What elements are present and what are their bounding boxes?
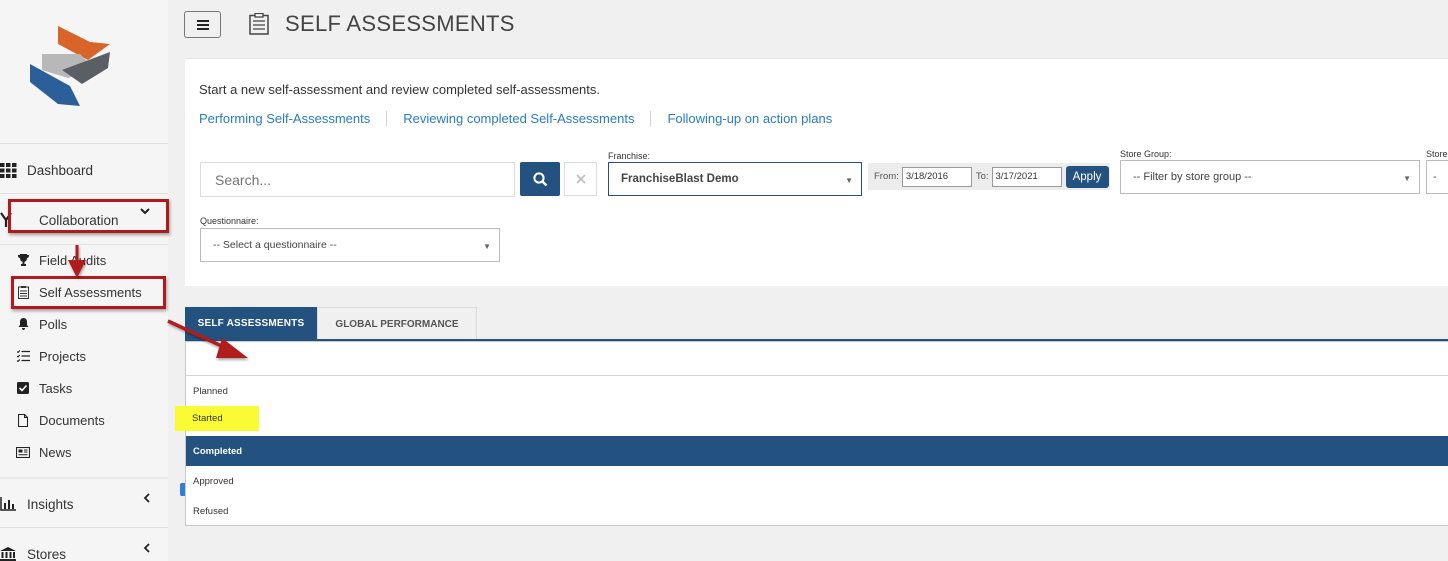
sidebar-item-documents[interactable]: Documents: [16, 410, 105, 430]
tab-self-assessments[interactable]: SELF ASSESSMENTS: [185, 307, 317, 340]
franchise-value: FranchiseBlast Demo: [621, 173, 739, 185]
clear-search-button[interactable]: [564, 162, 597, 196]
annotation-box-self-assessments: [11, 276, 166, 309]
sidebar-divider: [0, 143, 168, 144]
scroll-indicator: [180, 483, 185, 496]
sidebar-divider: [0, 527, 168, 528]
status-option-refused[interactable]: Refused: [186, 496, 1448, 526]
sidebar-item-label: Field Audits: [39, 252, 107, 268]
status-dropdown-list: Planned Completed Approved Refused: [185, 341, 1448, 526]
annotation-box-collaboration: [8, 199, 169, 233]
sidebar-item-projects[interactable]: Projects: [16, 346, 86, 366]
caret-down-icon: ▼: [483, 242, 491, 251]
sidebar-item-insights[interactable]: Insights: [0, 480, 168, 528]
caret-down-icon: ▼: [845, 176, 853, 185]
apply-button[interactable]: Apply: [1065, 165, 1109, 188]
questionnaire-label: Questionnaire:: [200, 216, 259, 226]
tab-global-performance[interactable]: GLOBAL PERFORMANCE: [317, 307, 477, 340]
list-check-icon: [16, 349, 30, 363]
sidebar-item-polls[interactable]: Polls: [16, 314, 67, 334]
store-group-label: Store Group:: [1120, 149, 1172, 159]
search-icon: [532, 171, 547, 186]
status-option-started-label: Started: [192, 413, 223, 424]
sidebar-item-label: Dashboard: [27, 162, 94, 178]
sidebar-item-label: News: [39, 444, 72, 460]
sidebar-item-label: Projects: [39, 348, 86, 364]
clipboard-icon: [249, 13, 269, 35]
caret-down-icon: ▼: [1403, 174, 1411, 183]
from-label: From:: [874, 171, 899, 182]
store-group-select[interactable]: -- Filter by store group -- ▼: [1120, 160, 1420, 194]
close-icon: [575, 174, 586, 184]
page-title: SELF ASSESSMENTS: [285, 11, 515, 36]
franchiseblast-logo: [30, 26, 110, 106]
to-date-input[interactable]: 3/17/2021: [991, 166, 1062, 187]
status-option-approved[interactable]: Approved: [186, 466, 1448, 496]
sidebar-item-label: Stores: [27, 546, 67, 561]
search-button[interactable]: [520, 162, 560, 196]
questionnaire-value: -- Select a questionnaire --: [213, 239, 337, 251]
from-date-input[interactable]: 3/18/2016: [901, 166, 972, 187]
file-icon: [16, 413, 30, 427]
top-header: SELF ASSESSMENTS: [168, 0, 1448, 58]
help-links: Performing Self-Assessments Reviewing co…: [199, 111, 864, 127]
sidebar-item-label: Documents: [39, 412, 105, 428]
newspaper-icon: [16, 445, 30, 459]
checkbox-icon: [16, 381, 30, 395]
intro-text: Start a new self-assessment and review c…: [199, 82, 601, 97]
store-label: Store: [1426, 149, 1448, 159]
hamburger-icon: [196, 19, 209, 30]
status-option-planned[interactable]: Planned: [186, 376, 1448, 406]
filter-panel: Start a new self-assessment and review c…: [185, 58, 1448, 286]
sidebar-item-stores[interactable]: Stores: [0, 530, 168, 561]
hamburger-menu-button[interactable]: [184, 11, 221, 38]
sidebar-item-field-audits[interactable]: Field Audits: [16, 250, 106, 270]
status-option-completed[interactable]: Completed: [186, 436, 1448, 466]
sidebar-divider: [0, 244, 168, 245]
status-option-started[interactable]: [186, 406, 1448, 436]
bell-icon: [16, 317, 30, 331]
sidebar-item-news[interactable]: News: [16, 442, 72, 462]
sidebar-item-dashboard[interactable]: Dashboard: [0, 146, 168, 194]
link-following-up-action-plans[interactable]: Following-up on action plans: [667, 111, 848, 127]
date-range: From: 3/18/2016 To: 3/17/2021 Apply: [868, 163, 1110, 190]
chevron-left-icon: [143, 492, 150, 506]
trophy-icon: [16, 253, 30, 267]
link-reviewing-self-assessments[interactable]: Reviewing completed Self-Assessments: [403, 111, 652, 127]
questionnaire-select[interactable]: -- Select a questionnaire -- ▼: [200, 228, 500, 262]
sidebar: Dashboard Collaboration Field Audits Sel…: [0, 0, 169, 561]
to-label: To:: [975, 171, 989, 182]
sidebar-item-tasks[interactable]: Tasks: [16, 378, 72, 398]
store-select[interactable]: -: [1426, 160, 1448, 194]
search-input[interactable]: [200, 162, 515, 197]
sidebar-item-label: Insights: [27, 496, 74, 512]
sidebar-item-label: Tasks: [39, 380, 73, 396]
franchise-select[interactable]: FranchiseBlast Demo ▼: [608, 162, 862, 196]
sidebar-divider: [0, 477, 168, 479]
status-filter-input[interactable]: [186, 342, 1448, 376]
chevron-left-icon: [143, 542, 150, 556]
store-group-value: -- Filter by store group --: [1133, 171, 1252, 183]
link-performing-self-assessments[interactable]: Performing Self-Assessments: [199, 111, 388, 127]
sidebar-divider: [0, 193, 168, 194]
grid-icon: [0, 162, 18, 178]
bar-chart-icon: [0, 496, 18, 512]
sidebar-item-label: Polls: [39, 316, 68, 332]
franchise-label: Franchise:: [608, 151, 651, 161]
store-select-value: -: [1433, 171, 1437, 183]
bank-icon: [0, 546, 18, 561]
